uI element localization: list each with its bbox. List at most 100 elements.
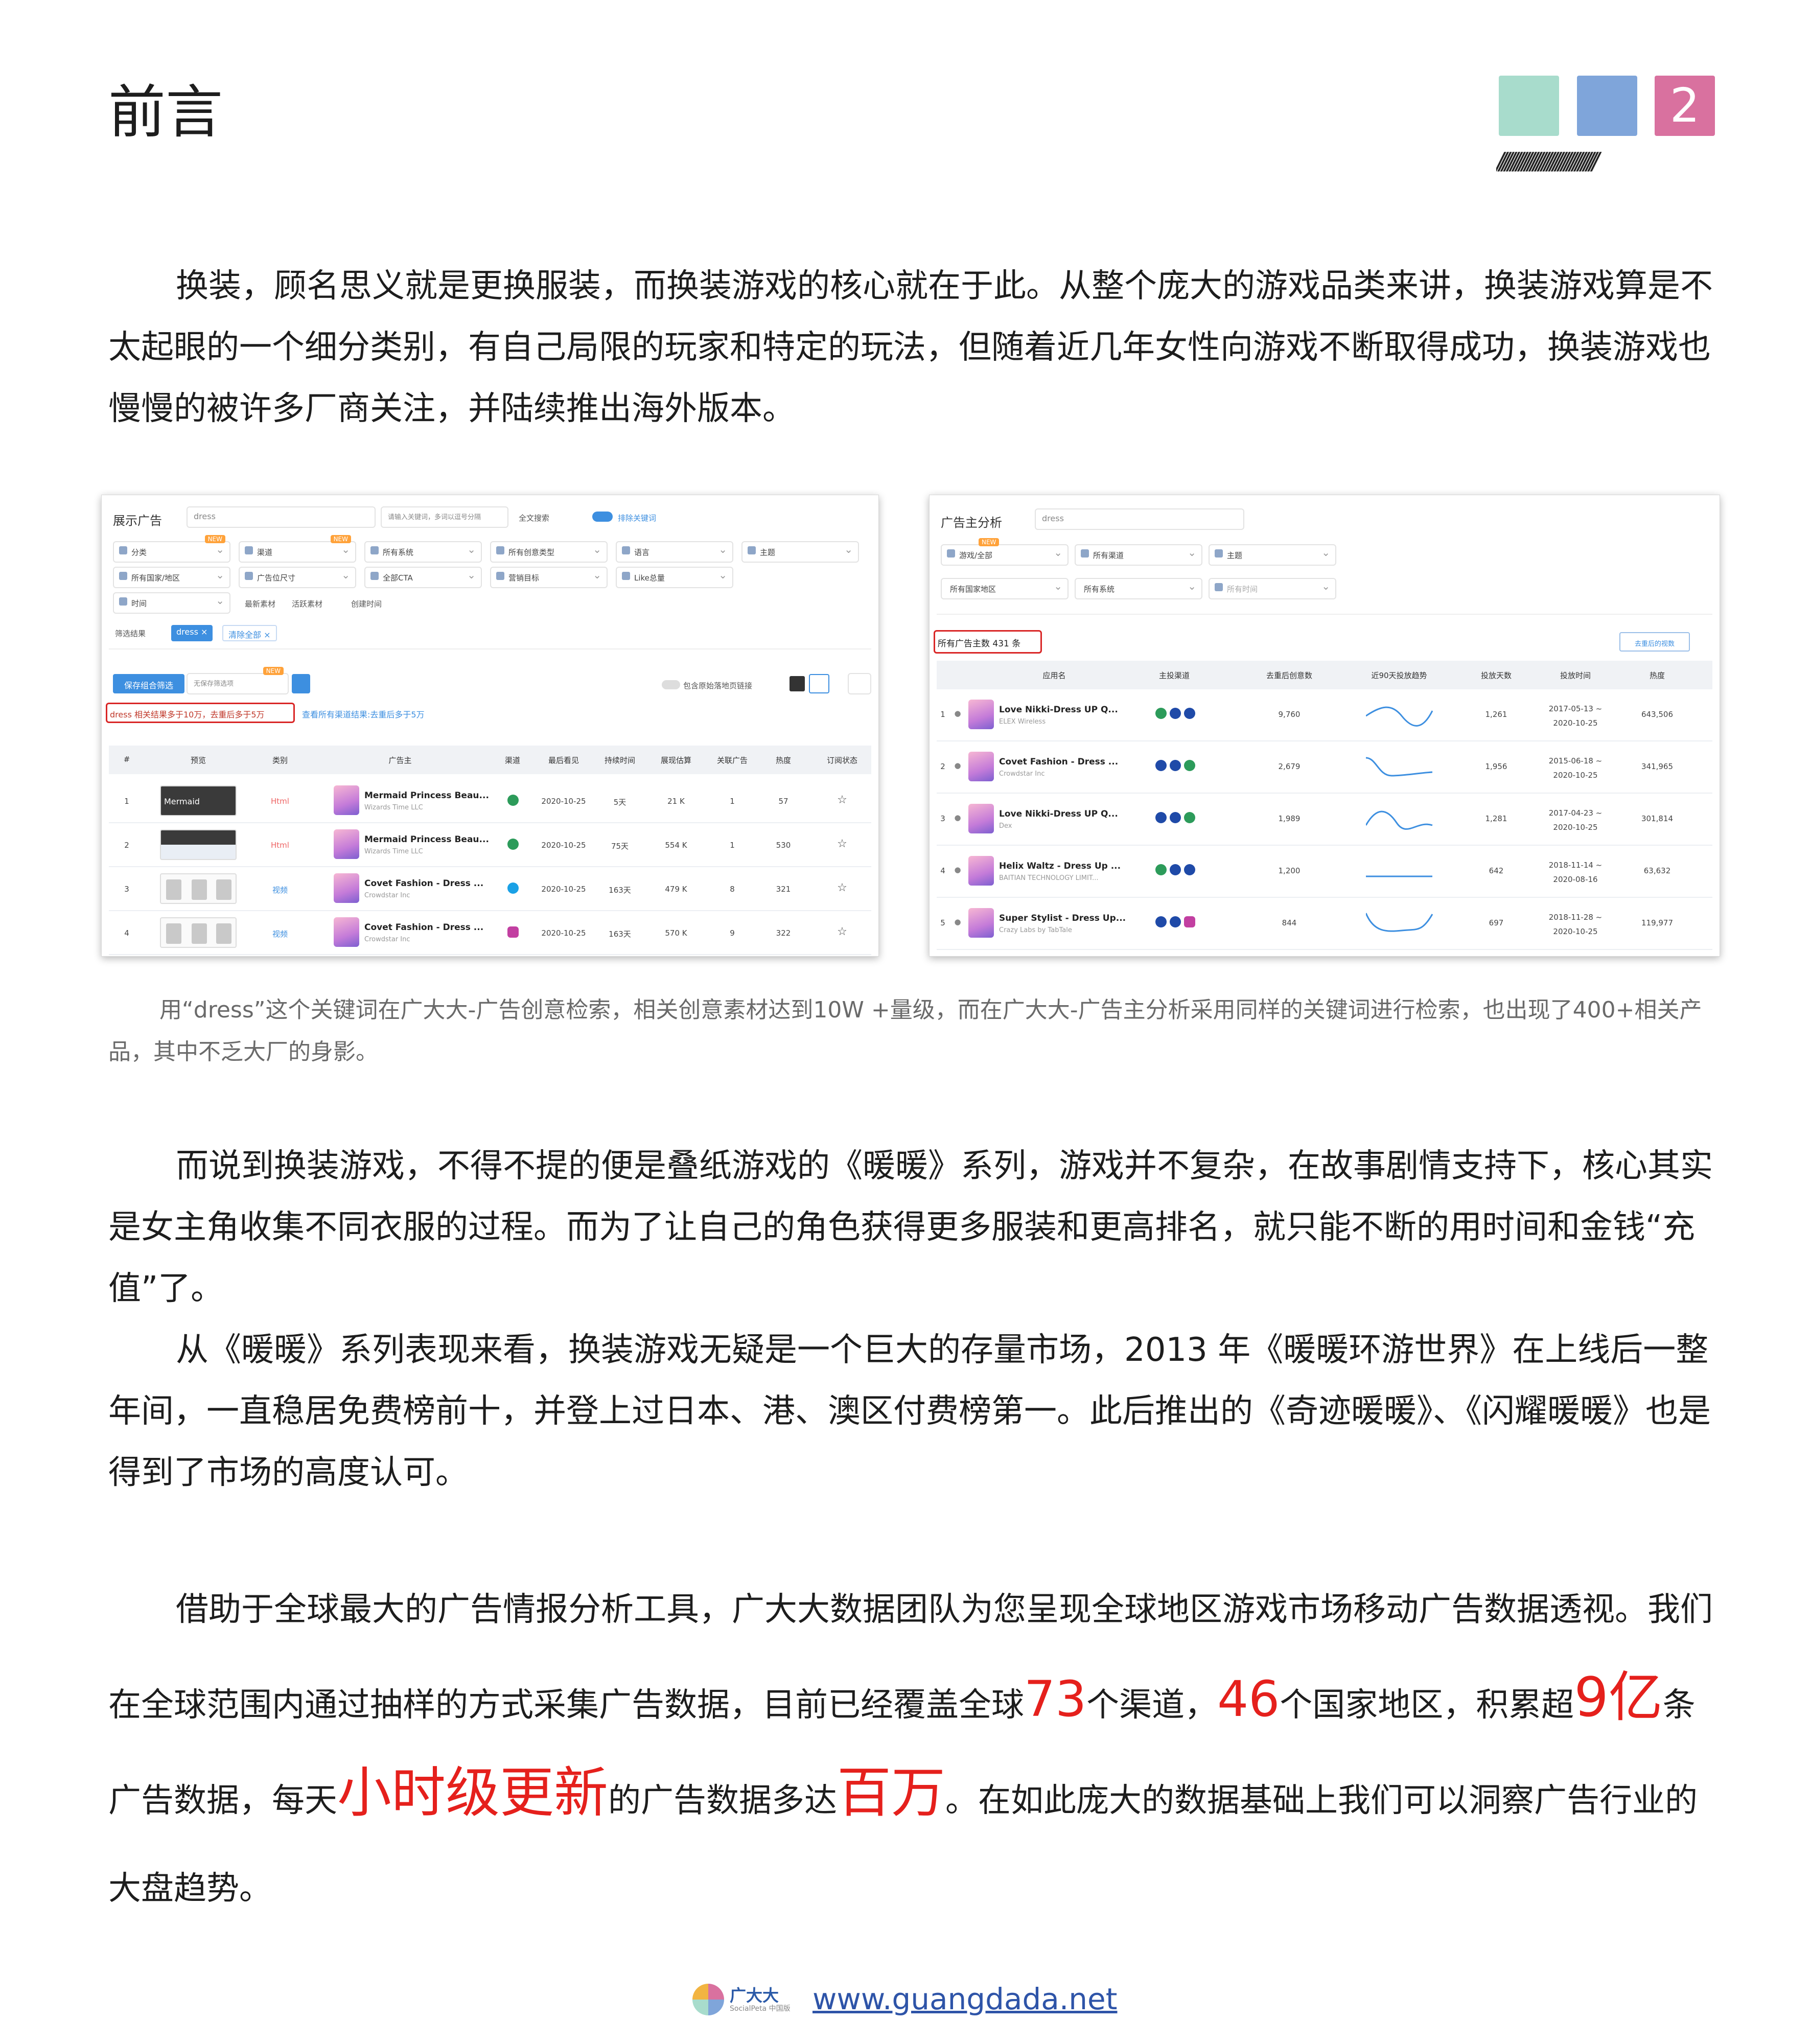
filter-label: 主题 [760, 548, 776, 557]
shot-right-dedupe-button[interactable]: 去重后的视数 [1619, 632, 1690, 652]
star-icon[interactable]: ☆ [834, 838, 850, 850]
facebook-icon [1170, 812, 1181, 823]
app-icon [334, 785, 359, 815]
shot-left-save-filter-button[interactable]: 保存组合筛选 [113, 674, 184, 693]
star-icon[interactable]: ☆ [834, 794, 850, 806]
channel-icon [1184, 760, 1195, 771]
footer-url-link[interactable]: www.guangdada.net [812, 1982, 1117, 2016]
shot-left-filter-language[interactable]: 语言 [616, 541, 733, 563]
row-developer: Crowdstar Inc [364, 936, 410, 943]
row-app-name[interactable]: Love Nikki-Dress UP Q... [999, 809, 1118, 819]
row-last-seen: 2020-10-25 [541, 885, 586, 894]
shot-left-latest-label[interactable]: 最新素材 [245, 598, 275, 609]
facebook-icon [1170, 916, 1181, 927]
shot-left-keyword-input[interactable]: 请输入关键词，多词以逗号分隔 [381, 506, 508, 528]
list-view-icon[interactable] [809, 674, 829, 693]
shot-left-filter-os[interactable]: 所有系统 [364, 541, 482, 563]
shot-left-search-input[interactable]: dress [187, 506, 376, 528]
row-creatives: 2,679 [1278, 762, 1301, 771]
shot-right-search-input[interactable]: dress [1035, 508, 1244, 530]
shot-left-created-label[interactable]: 创建时间 [351, 598, 382, 609]
shot-left-filter-cta[interactable]: 全部CTA [364, 567, 482, 588]
shot-left-tag-dress[interactable]: dress × [171, 625, 213, 641]
row-app-name[interactable]: Mermaid Princess Beau... [364, 791, 489, 801]
facebook-icon [1170, 708, 1181, 719]
row-heat: 301,814 [1641, 814, 1674, 823]
app-icon [968, 804, 994, 833]
shot-left-exclude-toggle[interactable] [592, 512, 613, 522]
instagram-icon [507, 926, 519, 938]
ad-thumbnail[interactable] [160, 917, 237, 948]
shot-left-filter-theme[interactable]: 主题 [741, 541, 859, 563]
google-ads-icon [507, 839, 519, 850]
ad-thumbnail[interactable]: Mermaid [160, 785, 237, 816]
channel-icon [1184, 916, 1195, 927]
table-row[interactable]: 1 ● Love Nikki-Dress UP Q... ELEX Wireless 9… [937, 689, 1712, 741]
channel-icon [1155, 760, 1167, 771]
shot-right-filter-country[interactable]: 所有国家地区 [941, 578, 1069, 599]
shot-left-saved-filter-select[interactable]: 无保存筛选项 NEW [187, 667, 289, 694]
row-app-name[interactable]: Mermaid Princess Beau... [364, 834, 489, 845]
table-row[interactable]: 1 Mermaid Html Mermaid Princess Beau... … [109, 779, 871, 823]
shot-right-filter-time[interactable]: 所有时间 [1209, 578, 1336, 599]
shot-left-filter-creative-type[interactable]: 所有创意类型 [490, 541, 608, 563]
table-row[interactable]: 3 ● Love Nikki-Dress UP Q... Dex 1,989 1,281 2… [937, 794, 1712, 846]
shot-left-filter-category[interactable]: 分类 NEW [113, 535, 230, 563]
shot-left-filter-time[interactable]: 时间 [113, 592, 230, 614]
shot-left-result-link[interactable]: 查看所有渠道结果:去重后多于5万 [302, 708, 425, 720]
table-row[interactable]: 5 ● Super Stylist - Dress Up... Crazy Labs … [937, 898, 1712, 950]
row-creatives: 844 [1282, 918, 1297, 927]
shot-left-save-placeholder: 无保存筛选项 [194, 680, 234, 688]
row-time: 2015-06-18 ~ 2020-10-25 [1548, 756, 1603, 780]
row-app-name[interactable]: Covet Fashion - Dress ... [364, 878, 483, 889]
row-type: 视频 [272, 886, 288, 895]
grid-view-icon[interactable] [790, 676, 805, 691]
table-row[interactable]: 4 ● Helix Waltz - Dress Up ... BAITIAN TECH… [937, 846, 1712, 898]
divider [937, 614, 1712, 615]
row-app-name[interactable]: Helix Waltz - Dress Up ... [999, 861, 1121, 871]
table-row[interactable]: 4 视频 Covet Fashion - Dress ... Crowdstar… [109, 911, 871, 955]
new-badge: NEW [979, 538, 1000, 546]
edit-icon[interactable] [292, 674, 310, 693]
channel-icon [1155, 812, 1167, 823]
table-row[interactable]: 3 视频 Covet Fashion - Dress ... Crowdstar… [109, 867, 871, 911]
app-icon [968, 700, 994, 729]
trend-sparkline [1366, 706, 1433, 727]
trend-sparkline [1366, 757, 1433, 777]
shot-left-filter-channel[interactable]: 渠道 NEW [239, 535, 356, 563]
star-icon[interactable]: ☆ [834, 925, 850, 938]
shot-right-filter-os[interactable]: 所有系统 [1075, 578, 1202, 599]
row-app-name[interactable]: Super Stylist - Dress Up... [999, 913, 1126, 923]
ad-thumbnail[interactable] [160, 873, 237, 904]
shot-left-filter-goal[interactable]: 营销目标 [490, 567, 608, 588]
shot-left-include-toggle[interactable] [662, 680, 680, 689]
row-app-name[interactable]: Love Nikki-Dress UP Q... [999, 705, 1118, 715]
row-index: 2 [124, 841, 129, 850]
star-icon[interactable]: ☆ [834, 881, 850, 894]
row-heat: 57 [778, 797, 788, 806]
row-app-name[interactable]: Covet Fashion - Dress ... [364, 922, 483, 933]
row-last-seen: 2020-10-25 [541, 841, 586, 850]
filter-label: 所有系统 [1084, 585, 1115, 594]
shot-right-filter-theme[interactable]: 主题 [1209, 544, 1336, 566]
shot-left-filter-country[interactable]: 所有国家/地区 [113, 567, 230, 588]
shot-right-filter-channel[interactable]: 所有渠道 NEW [979, 538, 1202, 566]
table-row[interactable]: 2 ● Covet Fashion - Dress ... Crowdstar Inc… [937, 741, 1712, 794]
shot-left-filter-size[interactable]: 广告位尺寸 [239, 567, 356, 588]
shot-left-fulltext-label[interactable]: 全文搜索 [519, 513, 549, 523]
shot-left-tag-clear[interactable]: 清除全部 × [222, 625, 277, 641]
row-app-name[interactable]: Covet Fashion - Dress ... [999, 757, 1118, 767]
table-row[interactable]: 2 Html Mermaid Princess Beau... Wizards … [109, 823, 871, 867]
location-icon [119, 572, 127, 580]
shot-left-active-label[interactable]: 活跃素材 [292, 598, 322, 609]
shot-right-filter-game[interactable]: 游戏/全部 [941, 544, 1069, 566]
row-index: 1 [124, 797, 129, 806]
decor-square-blue [1577, 76, 1637, 136]
row-impressions: 21 K [667, 797, 685, 806]
shot-left-sort-select[interactable] [848, 673, 871, 694]
shot-left-filter-likes[interactable]: Like总量 [616, 567, 733, 588]
theme-icon [1215, 549, 1223, 558]
ad-thumbnail[interactable] [160, 829, 237, 860]
row-developer: BAITIAN TECHNOLOGY LIMIT... [999, 874, 1099, 882]
paragraph-market-text: 从《暖暖》系列表现来看，换装游戏无疑是一个巨大的存量市场，2013 年《暖暖环游… [108, 1331, 1711, 1492]
